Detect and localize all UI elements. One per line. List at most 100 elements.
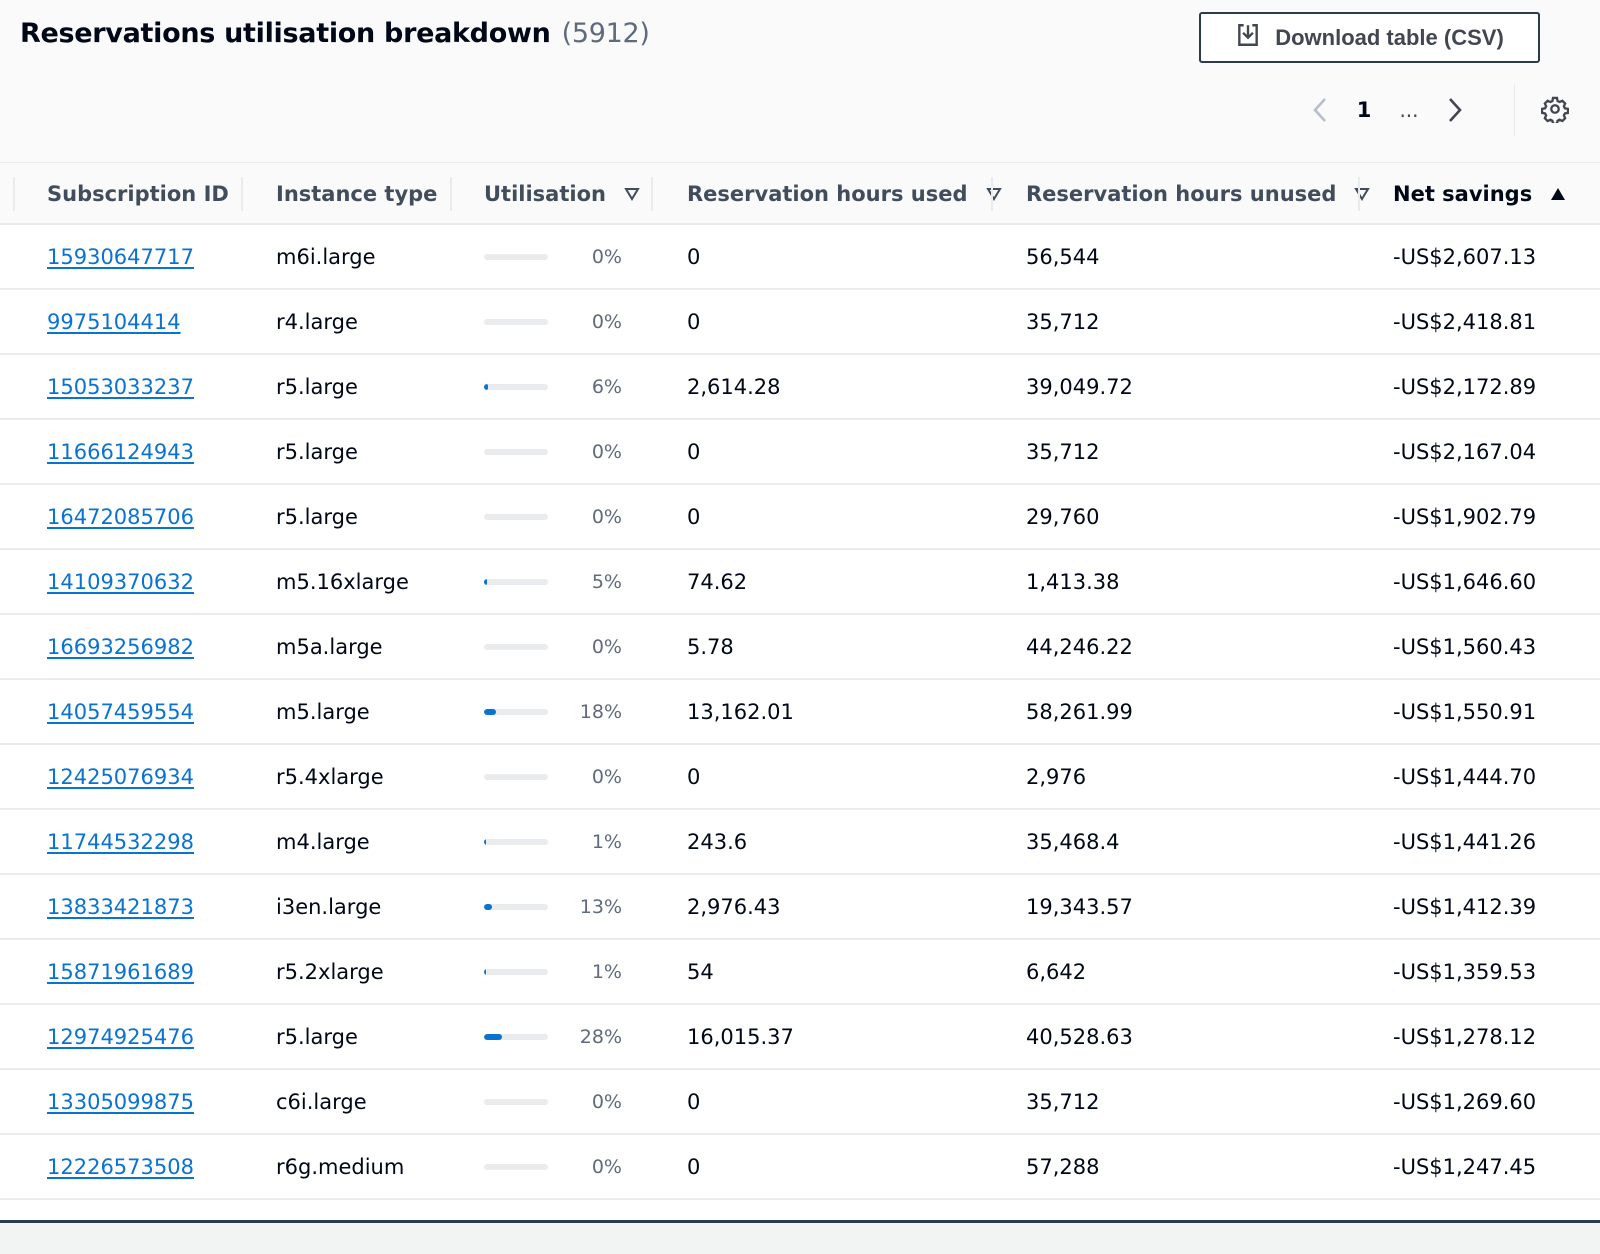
column-separator[interactable] [651,177,653,211]
table-row: 11744532298 m4.large 1% 243.6 35,468.4 -… [0,810,1600,875]
column-header-instance-type: Instance type [276,181,438,206]
sort-caret-down-icon [1354,187,1371,201]
pagination-next-button[interactable] [1437,88,1473,132]
cell-net-savings: -US$2,172.89 [1393,374,1537,399]
utilisation-percent: 28% [579,1025,622,1048]
utilisation-progress-bar [484,254,548,260]
table-row: 13305099875 c6i.large 0% 0 35,712 -US$1,… [0,1070,1600,1135]
sort-caret-down-icon [624,187,640,201]
table-row: 16693256982 m5a.large 0% 5.78 44,246.22 … [0,615,1600,680]
cell-hours-used: 2,614.28 [687,374,781,399]
cell-hours-used: 0 [687,309,701,334]
subscription-id-link[interactable]: 15053033237 [47,375,194,399]
cell-instance-type: r5.2xlarge [276,959,384,984]
download-csv-button[interactable]: Download table (CSV) [1199,12,1540,63]
cell-instance-type: i3en.large [276,894,382,919]
cell-hours-used: 13,162.01 [687,699,794,724]
column-separator[interactable] [450,177,452,211]
cell-subscription-id: 15053033237 [47,355,194,418]
cell-subscription-id: 11744532298 [47,810,194,873]
cell-hours-unused: 35,468.4 [1026,829,1120,854]
utilisation-percent: 1% [591,960,622,983]
subscription-id-link[interactable]: 12226573508 [47,1155,194,1179]
cell-net-savings: -US$1,550.91 [1393,699,1537,724]
utilisation-percent: 0% [591,440,622,463]
subscription-id-link[interactable]: 11666124943 [47,440,194,464]
subscription-id-link[interactable]: 16472085706 [47,505,194,529]
cell-hours-unused: 6,642 [1026,959,1087,984]
cell-net-savings: -US$2,167.04 [1393,439,1537,464]
title-text: Reservations utilisation breakdown [20,18,551,49]
subscription-id-link[interactable]: 11744532298 [47,830,194,854]
utilisation-percent: 6% [591,375,622,398]
utilisation-progress-bar [484,644,548,650]
subscription-id-link[interactable]: 12425076934 [47,765,194,789]
bottom-divider [0,1220,1600,1254]
table-settings-button[interactable] [1540,94,1570,124]
table-row: 15053033237 r5.large 6% 2,614.28 39,049.… [0,355,1600,420]
cell-net-savings: -US$2,607.13 [1393,244,1537,269]
table-row: 12226573508 r6g.medium 0% 0 57,288 -US$1… [0,1135,1600,1200]
cell-hours-used: 0 [687,1089,701,1114]
column-header-utilisation[interactable]: Utilisation [484,163,640,224]
table-row: 9975104414 r4.large 0% 0 35,712 -US$2,41… [0,290,1600,355]
cell-subscription-id: 14057459554 [47,680,194,743]
utilisation-progress-bar [484,709,548,715]
column-header-hours-used[interactable]: Reservation hours used [687,163,1002,224]
utilisation-percent: 0% [591,505,622,528]
cell-net-savings: -US$1,359.53 [1393,959,1537,984]
reservations-utilisation-panel: Reservations utilisation breakdown (5912… [0,0,1600,1254]
cell-subscription-id: 14109370632 [47,550,194,613]
chevron-left-icon [1313,98,1326,122]
subscription-id-link[interactable]: 14057459554 [47,700,194,724]
sort-caret-up-filled-icon [1550,187,1566,201]
cell-hours-unused: 58,261.99 [1026,699,1133,724]
cell-hours-used: 74.62 [687,569,748,594]
column-header-net-savings[interactable]: Net savings [1393,163,1566,224]
utilisation-progress-fill [484,969,486,975]
utilisation-progress-fill [484,839,486,845]
cell-hours-unused: 1,413.38 [1026,569,1120,594]
utilisation-progress-bar [484,969,548,975]
table-row: 12425076934 r5.4xlarge 0% 0 2,976 -US$1,… [0,745,1600,810]
cell-subscription-id: 9975104414 [47,290,181,353]
cell-subscription-id: 12425076934 [47,745,194,808]
column-separator[interactable] [241,177,243,211]
table-row: 14057459554 m5.large 18% 13,162.01 58,26… [0,680,1600,745]
cell-subscription-id: 13305099875 [47,1070,194,1133]
cell-instance-type: r5.large [276,1024,358,1049]
pagination-ellipsis: ... [1399,98,1419,122]
pagination-prev-button[interactable] [1302,88,1338,132]
cell-net-savings: -US$1,646.60 [1393,569,1537,594]
cell-hours-unused: 35,712 [1026,439,1100,464]
utilisation-progress-bar [484,449,548,455]
subscription-id-link[interactable]: 16693256982 [47,635,194,659]
sort-caret-down-icon [985,187,1002,201]
chevron-right-icon [1449,98,1462,122]
cell-subscription-id: 13833421873 [47,875,194,938]
subscription-id-link[interactable]: 13305099875 [47,1090,194,1114]
column-separator[interactable] [1358,177,1360,211]
utilisation-percent: 0% [591,765,622,788]
column-header-hours-unused[interactable]: Reservation hours unused [1026,163,1371,224]
cell-instance-type: r5.large [276,374,358,399]
subscription-id-link[interactable]: 15930647717 [47,245,194,269]
subscription-id-link[interactable]: 14109370632 [47,570,194,594]
table-row: 11666124943 r5.large 0% 0 35,712 -US$2,1… [0,420,1600,485]
column-separator[interactable] [991,177,993,211]
cell-net-savings: -US$1,560.43 [1393,634,1537,659]
utilisation-progress-fill [484,579,488,585]
subscription-id-link[interactable]: 9975104414 [47,310,181,334]
cell-instance-type: r5.large [276,504,358,529]
subscription-id-link[interactable]: 13833421873 [47,895,194,919]
subscription-id-link[interactable]: 15871961689 [47,960,194,984]
cell-hours-used: 5.78 [687,634,734,659]
subscription-id-link[interactable]: 12974925476 [47,1025,194,1049]
pagination-divider [1514,84,1515,136]
cell-net-savings: -US$1,412.39 [1393,894,1537,919]
cell-net-savings: -US$1,247.45 [1393,1154,1537,1179]
gear-icon [1541,96,1569,123]
cell-hours-unused: 40,528.63 [1026,1024,1133,1049]
cell-subscription-id: 12974925476 [47,1005,194,1068]
pagination-page-1[interactable]: 1 [1350,88,1378,132]
